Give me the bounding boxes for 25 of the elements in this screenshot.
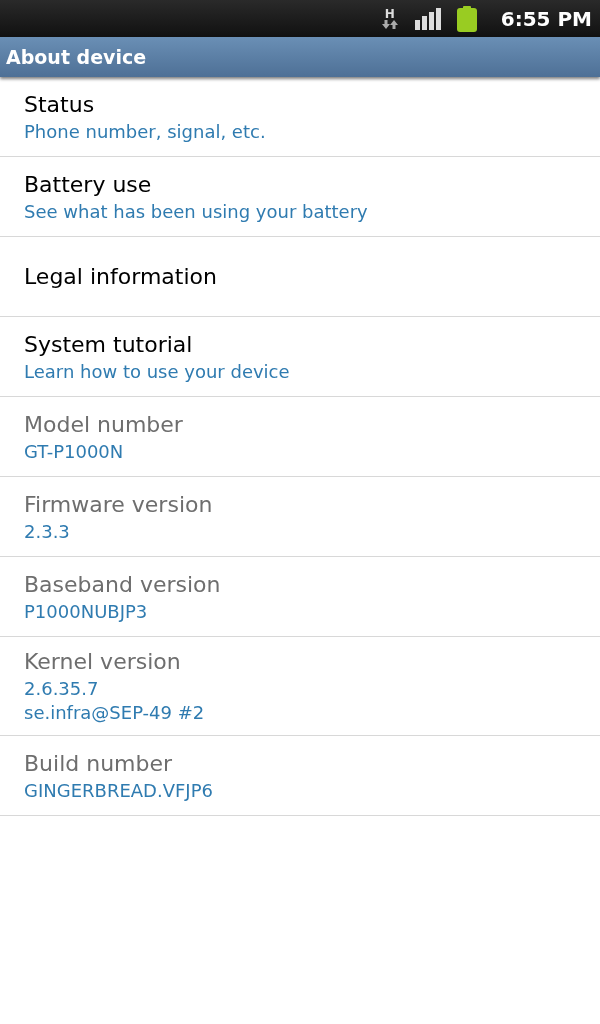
clock: 6:55 PM	[500, 5, 592, 33]
item-title: Kernel version	[24, 648, 182, 676]
item-summary: 2.6.35.7 se.infra@SEP-49 #2	[24, 677, 206, 725]
battery-icon	[456, 5, 477, 32]
item-summary: Learn how to use your device	[24, 359, 291, 384]
item-summary: Phone number, signal, etc.	[24, 119, 267, 144]
signal-icon	[414, 7, 441, 30]
settings-item[interactable]: Legal information	[0, 237, 600, 317]
settings-item[interactable]: System tutorial Learn how to use your device	[0, 317, 600, 397]
item-title: Legal information	[24, 262, 218, 291]
screen-title: About device	[6, 44, 147, 70]
settings-item[interactable]: Status Phone number, signal, etc.	[0, 77, 600, 157]
item-title: Status	[24, 90, 96, 119]
item-title: Baseband version	[24, 570, 222, 599]
item-summary: See what has been using your battery	[24, 199, 369, 224]
item-title: Build number	[24, 749, 174, 778]
item-title: Battery use	[24, 170, 153, 199]
settings-item[interactable]: Battery use See what has been using your battery	[0, 157, 600, 237]
item-summary: P1000NUBJP3	[24, 599, 149, 624]
item-title: System tutorial	[24, 330, 194, 359]
item-title: Firmware version	[24, 490, 214, 519]
item-summary: GINGERBREAD.VFJP6	[24, 778, 214, 803]
item-title: Model number	[24, 410, 184, 439]
item-summary: 2.3.3	[24, 519, 71, 544]
item-summary: GT-P1000N	[24, 439, 125, 464]
